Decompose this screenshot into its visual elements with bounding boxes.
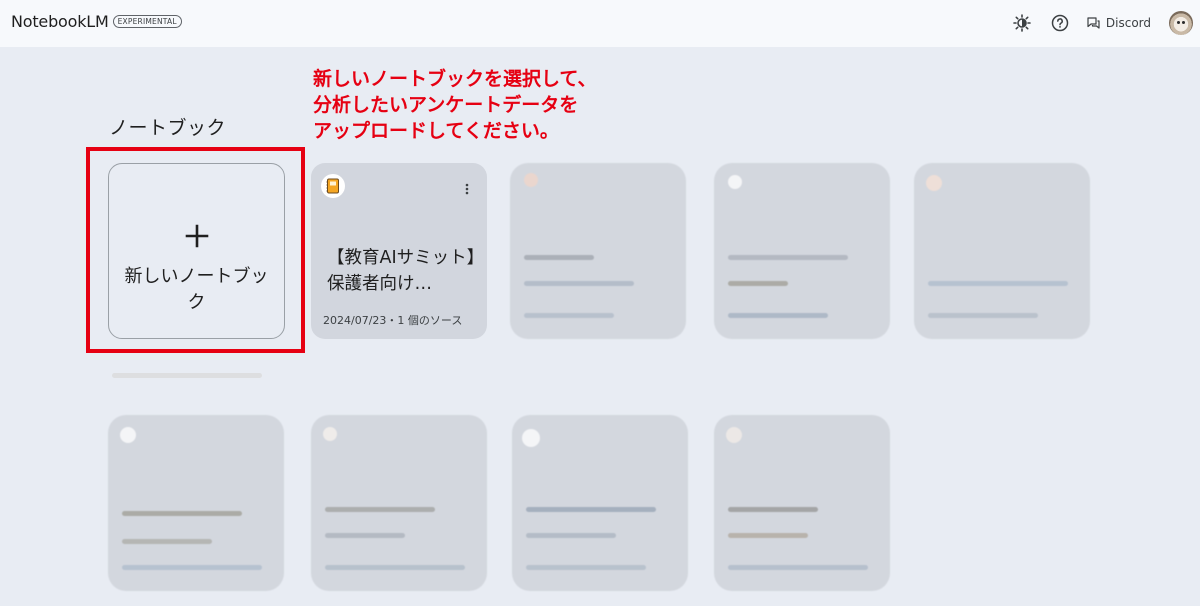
top-actions: Discord — [1011, 8, 1200, 38]
annotation-line: 新しいノートブックを選択して、 — [313, 68, 597, 90]
notebook-title: 【教育AIサミット】保護者向け… — [327, 248, 476, 294]
chat-icon — [1087, 17, 1100, 29]
notebook-card-redacted[interactable] — [914, 163, 1090, 339]
annotation-line: 分析したいアンケートデータを — [313, 94, 579, 116]
help-circle-icon[interactable] — [1049, 12, 1071, 34]
notebook-card-redacted[interactable] — [108, 415, 284, 591]
notebook-card-redacted[interactable] — [510, 163, 686, 339]
user-avatar[interactable] — [1169, 11, 1193, 35]
redacted-text — [112, 367, 262, 385]
notebook-card-redacted[interactable] — [512, 415, 688, 591]
experimental-badge: EXPERIMENTAL — [112, 15, 182, 28]
discord-label: Discord — [1105, 16, 1151, 30]
section-title: ノートブック — [109, 117, 227, 139]
notebook-card-redacted[interactable] — [714, 163, 890, 339]
notebook-card-redacted[interactable] — [311, 415, 487, 591]
new-notebook-label: 新しいノートブック — [124, 266, 269, 313]
brightness-icon[interactable] — [1011, 12, 1033, 34]
app-name: NotebookLM — [11, 12, 109, 31]
annotation-line: アップロードしてください。 — [313, 120, 559, 142]
plus-icon — [185, 224, 208, 248]
notebook-card-redacted[interactable] — [714, 415, 890, 591]
more-vert-icon[interactable] — [465, 180, 469, 199]
new-notebook-button[interactable]: 新しいノートブック — [108, 163, 285, 339]
notebook-meta: 2024/07/23・1 個のソース — [323, 314, 463, 327]
brand[interactable]: NotebookLM EXPERIMENTAL — [11, 12, 182, 31]
notebook-card[interactable]: 【教育AIサミット】保護者向け… 2024/07/23・1 個のソース — [311, 163, 487, 339]
instruction-annotation: 新しいノートブックを選択して、 分析したいアンケートデータを アップロードしてく… — [313, 66, 596, 144]
top-app-bar: NotebookLM EXPERIMENTAL Discord — [0, 0, 1200, 47]
notebook-emoji-icon — [321, 174, 345, 198]
discord-link[interactable]: Discord — [1087, 16, 1151, 30]
